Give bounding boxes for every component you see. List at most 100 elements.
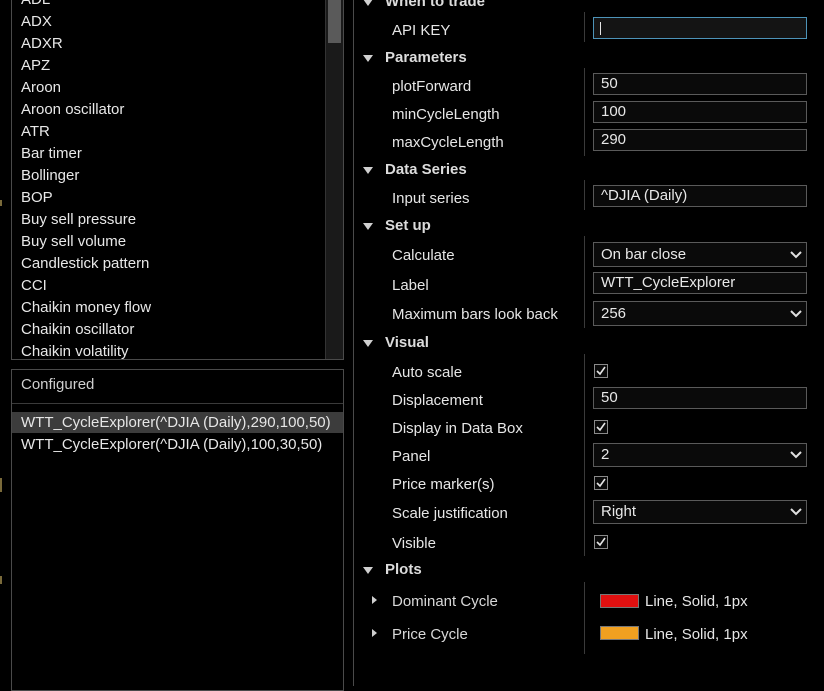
list-item[interactable]: Aroon oscillator xyxy=(21,99,151,121)
dominant-cycle-color-swatch[interactable] xyxy=(600,594,639,608)
text-caret xyxy=(600,22,601,35)
list-item[interactable]: Chaikin oscillator xyxy=(21,319,151,341)
list-item[interactable]: Buy sell pressure xyxy=(21,209,151,231)
triangle-down-icon xyxy=(363,167,373,174)
list-item[interactable]: Aroon xyxy=(21,77,151,99)
checkmark-icon xyxy=(596,366,606,376)
column-divider xyxy=(584,180,585,210)
display-data-box-label: Display in Data Box xyxy=(392,420,523,437)
triangle-down-icon xyxy=(363,223,373,230)
column-divider xyxy=(584,582,585,654)
category-visual[interactable]: Visual xyxy=(354,331,824,355)
plotforward-input[interactable]: 50 xyxy=(593,73,807,95)
configured-title: Configured xyxy=(21,376,95,393)
chevron-down-icon xyxy=(790,451,802,459)
category-set-up[interactable]: Set up xyxy=(354,214,824,238)
display-data-box-checkbox[interactable] xyxy=(594,420,608,434)
label-label: Label xyxy=(392,277,429,294)
panel-value: 2 xyxy=(601,446,610,463)
category-plots[interactable]: Plots xyxy=(354,558,824,582)
triangle-down-icon xyxy=(363,55,373,62)
api-key-input[interactable] xyxy=(593,17,807,39)
displacement-input[interactable]: 50 xyxy=(593,387,807,409)
checkmark-icon xyxy=(596,478,606,488)
triangle-down-icon xyxy=(363,0,373,6)
category-label: Set up xyxy=(385,217,431,234)
plot-dominant-cycle-label[interactable]: Dominant Cycle xyxy=(392,593,498,610)
checkmark-icon xyxy=(596,422,606,432)
list-item[interactable]: CCI xyxy=(21,275,151,297)
chevron-down-icon xyxy=(790,310,802,318)
calculate-value: On bar close xyxy=(601,246,687,263)
category-label: Data Series xyxy=(385,161,467,178)
price-marker-label: Price marker(s) xyxy=(392,476,495,493)
plot-price-cycle-label[interactable]: Price Cycle xyxy=(392,626,468,643)
list-item[interactable]: BOP xyxy=(21,187,151,209)
triangle-down-icon xyxy=(363,340,373,347)
column-divider xyxy=(584,354,585,556)
plotforward-label: plotForward xyxy=(392,78,472,95)
configured-panel: Configured WTT_CycleExplorer(^DJIA (Dail… xyxy=(11,369,344,691)
panel-label: Panel xyxy=(392,448,431,465)
dominant-cycle-style: Line, Solid, 1px xyxy=(645,593,748,610)
column-divider xyxy=(584,12,585,42)
triangle-right-icon[interactable] xyxy=(372,629,377,637)
scrollbar-thumb[interactable] xyxy=(328,0,341,43)
scale-justification-value: Right xyxy=(601,503,637,520)
auto-scale-label: Auto scale xyxy=(392,364,463,381)
list-item[interactable]: ADX xyxy=(21,11,151,33)
visible-checkbox[interactable] xyxy=(594,535,608,549)
list-item[interactable]: ADL xyxy=(21,0,151,11)
indicator-scrollbar[interactable] xyxy=(325,0,343,359)
maximum-bars-select[interactable]: 256 xyxy=(593,301,807,326)
price-cycle-style: Line, Solid, 1px xyxy=(645,626,748,643)
category-label: Parameters xyxy=(385,49,467,66)
calculate-label: Calculate xyxy=(392,247,455,264)
auto-scale-checkbox[interactable] xyxy=(594,364,608,378)
checkmark-icon xyxy=(596,537,606,547)
column-divider xyxy=(584,68,585,156)
calculate-select[interactable]: On bar close xyxy=(593,242,807,267)
indicator-list[interactable]: ADL ADX ADXR APZ Aroon Aroon oscillator … xyxy=(11,0,344,360)
configured-item[interactable]: WTT_CycleExplorer(^DJIA (Daily),100,30,5… xyxy=(12,434,343,455)
maxcyclelength-label: maxCycleLength xyxy=(392,134,504,151)
category-label: Visual xyxy=(385,334,429,351)
category-data-series[interactable]: Data Series xyxy=(354,158,824,182)
displacement-label: Displacement xyxy=(392,392,483,409)
chart-edge-mark xyxy=(0,200,2,206)
chevron-down-icon xyxy=(790,251,802,259)
list-item[interactable]: Bar timer xyxy=(21,143,151,165)
list-item[interactable]: ADXR xyxy=(21,33,151,55)
triangle-right-icon[interactable] xyxy=(372,596,377,604)
input-series-label: Input series xyxy=(392,190,470,207)
panel-select[interactable]: 2 xyxy=(593,443,807,467)
visible-label: Visible xyxy=(392,535,436,552)
indicator-items: ADL ADX ADXR APZ Aroon Aroon oscillator … xyxy=(21,0,151,359)
price-marker-checkbox[interactable] xyxy=(594,476,608,490)
mincyclelength-label: minCycleLength xyxy=(392,106,500,123)
chart-edge-mark xyxy=(0,576,2,584)
list-item[interactable]: Candlestick pattern xyxy=(21,253,151,275)
divider xyxy=(12,403,343,404)
list-item[interactable]: Chaikin money flow xyxy=(21,297,151,319)
label-input[interactable]: WTT_CycleExplorer xyxy=(593,272,807,294)
list-item[interactable]: Chaikin volatility xyxy=(21,341,151,359)
chevron-down-icon xyxy=(790,508,802,516)
maxcyclelength-input[interactable]: 290 xyxy=(593,129,807,151)
category-parameters[interactable]: Parameters xyxy=(354,46,824,70)
chart-edge-mark xyxy=(0,478,2,492)
maximum-bars-value: 256 xyxy=(601,305,627,322)
list-item[interactable]: ATR xyxy=(21,121,151,143)
triangle-down-icon xyxy=(363,567,373,574)
list-item[interactable]: Buy sell volume xyxy=(21,231,151,253)
list-item[interactable]: APZ xyxy=(21,55,151,77)
mincyclelength-input[interactable]: 100 xyxy=(593,101,807,123)
list-item[interactable]: Bollinger xyxy=(21,165,151,187)
scale-justification-label: Scale justification xyxy=(392,505,508,522)
scale-justification-select[interactable]: Right xyxy=(593,500,807,524)
input-series-field[interactable]: ^DJIA (Daily) xyxy=(593,185,807,207)
configured-item-selected[interactable]: WTT_CycleExplorer(^DJIA (Daily),290,100,… xyxy=(12,412,343,433)
category-when-to-trade[interactable]: When to trade xyxy=(354,0,824,14)
price-cycle-color-swatch[interactable] xyxy=(600,626,639,640)
properties-panel: When to trade API KEY Parameters plotFor… xyxy=(353,0,824,686)
